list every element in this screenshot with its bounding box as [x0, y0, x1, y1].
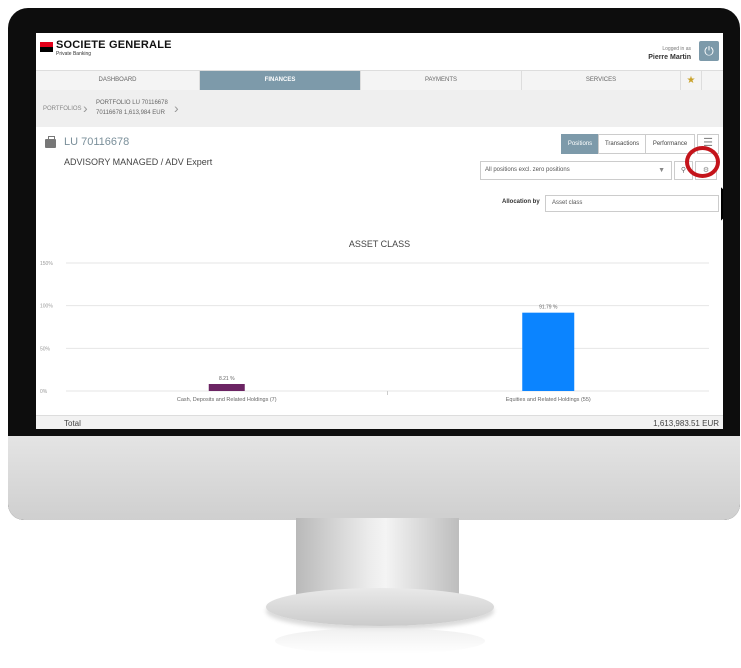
chart-title: ASSET CLASS [348, 239, 411, 249]
monitor-reflection [275, 628, 485, 654]
bar-value-label: 8.21 % [219, 376, 235, 382]
tab-payments[interactable]: PAYMENTS [361, 71, 522, 90]
allocation-select[interactable]: Asset class [545, 195, 719, 212]
user-name: Pierre Martin [648, 54, 691, 61]
logged-in-label: Logged in as [662, 46, 691, 52]
header-bar: SOCIETE GENERALE Private Banking Logged … [36, 33, 723, 70]
y-tick-label: 0% [40, 389, 48, 395]
breadcrumb-portfolio-title[interactable]: PORTFOLIO LU 70116678 [96, 100, 168, 106]
portfolio-id: LU 70116678 [64, 136, 130, 148]
breadcrumb-portfolio-subtitle: 70116678 1,613,984 EUR [96, 110, 165, 116]
x-category-label: Cash, Deposits and Related Holdings (7) [177, 397, 277, 403]
filter-value: All positions excl. zero positions [485, 167, 570, 173]
tab-positions[interactable]: Positions [561, 134, 599, 154]
main-nav: DASHBOARD FINANCES PAYMENTS SERVICES ★ [36, 70, 723, 91]
tab-transactions[interactable]: Transactions [598, 134, 646, 154]
total-value: 1,613,983.51 EUR [653, 419, 719, 428]
positions-filter-select[interactable]: All positions excl. zero positions ▼ [480, 161, 672, 180]
monitor-base [266, 588, 494, 626]
y-tick-label: 50% [40, 346, 51, 352]
power-button[interactable]: ⏻ [699, 41, 719, 61]
chevron-down-icon: ▼ [658, 167, 665, 174]
favorites-star-icon[interactable]: ★ [681, 71, 702, 90]
brand-subtitle: Private Banking [56, 51, 92, 57]
total-row: Total 1,613,983.51 EUR [36, 415, 723, 429]
monitor-chin [8, 436, 740, 520]
chevron-right-icon: › [83, 100, 88, 116]
portfolio-mandate: ADVISORY MANAGED / ADV Expert [64, 157, 213, 167]
briefcase-icon [45, 136, 56, 148]
tab-dashboard[interactable]: DASHBOARD [36, 71, 200, 90]
y-tick-label: 100% [40, 304, 53, 310]
allocation-value: Asset class [552, 200, 583, 206]
tab-performance[interactable]: Performance [645, 134, 695, 154]
breadcrumb-portfolios[interactable]: PORTFOLIOS [43, 106, 82, 112]
highlight-circle [685, 146, 720, 178]
power-icon: ⏻ [704, 44, 714, 58]
mouse-pointer-icon [719, 183, 723, 226]
brand-name: SOCIETE GENERALE [56, 39, 172, 51]
allocation-label: Allocation by [502, 199, 540, 205]
bar [208, 383, 245, 391]
search-icon: ⚲ [680, 167, 687, 174]
total-label: Total [64, 419, 81, 428]
tab-finances[interactable]: FINANCES [200, 71, 361, 90]
y-tick-label: 150% [40, 261, 53, 267]
monitor-stand [296, 518, 459, 596]
bar [522, 312, 575, 391]
bar-value-label: 91.79 % [539, 305, 558, 311]
x-category-label: Equities and Related Holdings (55) [506, 397, 591, 403]
chevron-right-icon: › [174, 100, 179, 116]
app-screen: SOCIETE GENERALE Private Banking Logged … [36, 33, 723, 429]
breadcrumb: PORTFOLIOS › PORTFOLIO LU 70116678 70116… [36, 90, 723, 127]
tab-services[interactable]: SERVICES [522, 71, 681, 90]
brand-logo-icon [40, 42, 53, 52]
asset-class-chart: 0% 50% 100% 150% 8.21 % Cash, Deposits and Re… [40, 261, 709, 403]
